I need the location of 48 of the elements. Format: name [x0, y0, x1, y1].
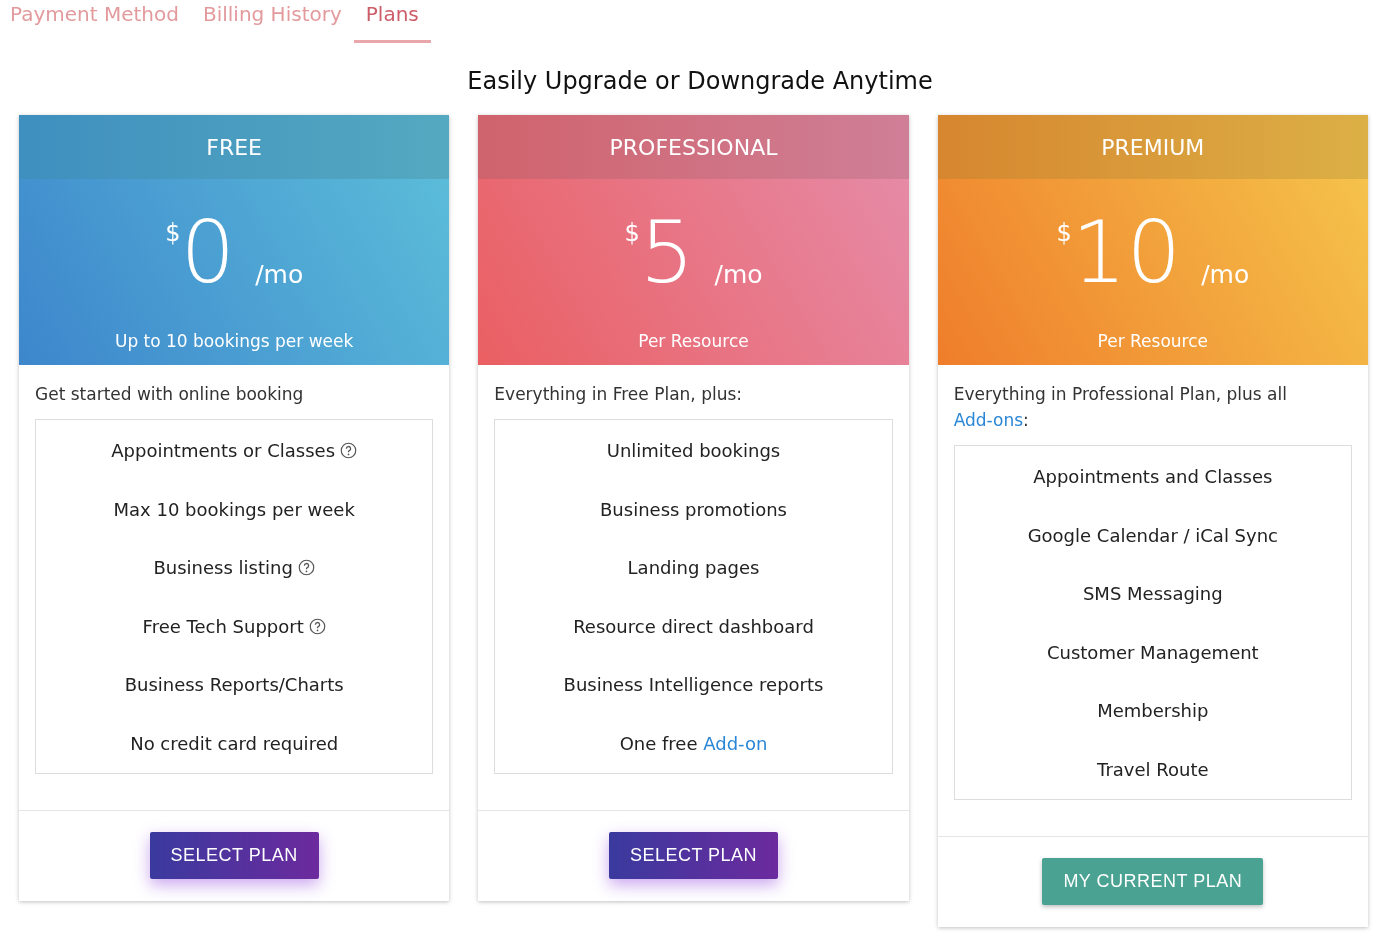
- plan-intro: Get started with online booking: [34, 383, 305, 406]
- currency-symbol: $: [1056, 219, 1072, 247]
- add-ons-link[interactable]: Add-ons: [953, 410, 1024, 430]
- help-icon[interactable]: [297, 559, 315, 577]
- price-amount: 10: [1071, 207, 1182, 297]
- select-plan-button[interactable]: SELECT PLAN: [149, 832, 319, 879]
- feature-text: Max 10 bookings per week: [113, 498, 355, 520]
- feature-text: Appointments or Classes: [111, 439, 336, 461]
- price-note: Per Resource: [638, 331, 749, 351]
- feature-text: Customer Management: [1046, 641, 1259, 663]
- feature-text: SMS Messaging: [1082, 583, 1223, 605]
- feature-text: Business Reports/Charts: [124, 674, 344, 696]
- feature-text: Business Intelligence reports: [563, 674, 824, 696]
- price-note: Per Resource: [1097, 331, 1209, 351]
- feature-text: No credit card required: [130, 732, 339, 754]
- select-plan-button[interactable]: SELECT PLAN: [608, 832, 779, 879]
- feature-text: Membership: [1097, 700, 1209, 722]
- plan-intro: Everything in Professional Plan, plus all Add-ons:: [952, 383, 1288, 432]
- plan-name: PREMIUM: [937, 115, 1368, 179]
- plan-name: FREE: [19, 115, 450, 179]
- feature-text: Landing pages: [627, 557, 760, 579]
- feature-text: Business promotions: [600, 498, 787, 520]
- plan-name: PROFESSIONAL: [478, 115, 909, 179]
- currency-symbol: $: [165, 219, 181, 247]
- feature-text: Resource direct dashboard: [573, 615, 814, 637]
- feature-text: Travel Route: [1097, 758, 1209, 780]
- price-amount: 0: [180, 207, 236, 297]
- feature-text: Business listing: [153, 557, 293, 579]
- price-amount: 5: [639, 207, 695, 297]
- price-period: /mo: [255, 260, 304, 289]
- tab[interactable]: Plans: [353, 0, 431, 43]
- current-plan-button[interactable]: MY CURRENT PLAN: [1042, 858, 1264, 905]
- currency-symbol: $: [624, 219, 640, 247]
- feature-text: Free Tech Support: [142, 615, 304, 637]
- plan-intro: Everything in Free Plan, plus:: [493, 383, 743, 406]
- tab[interactable]: Payment Method: [0, 0, 191, 43]
- feature-text: Appointments and Classes: [1033, 465, 1273, 487]
- feature-text: One free Add-on: [619, 732, 768, 754]
- help-icon[interactable]: [308, 617, 326, 635]
- feature-text: Google Calendar / iCal Sync: [1027, 524, 1278, 546]
- add-on-link[interactable]: Add-on: [703, 732, 768, 754]
- feature-text: Unlimited bookings: [606, 439, 781, 461]
- help-icon[interactable]: [340, 441, 358, 459]
- tab[interactable]: Billing History: [190, 0, 354, 43]
- price-period: /mo: [714, 260, 763, 289]
- price-note: Up to 10 bookings per week: [114, 331, 354, 351]
- price-period: /mo: [1201, 260, 1250, 289]
- page-heading: Easily Upgrade or Downgrade Anytime: [466, 67, 934, 95]
